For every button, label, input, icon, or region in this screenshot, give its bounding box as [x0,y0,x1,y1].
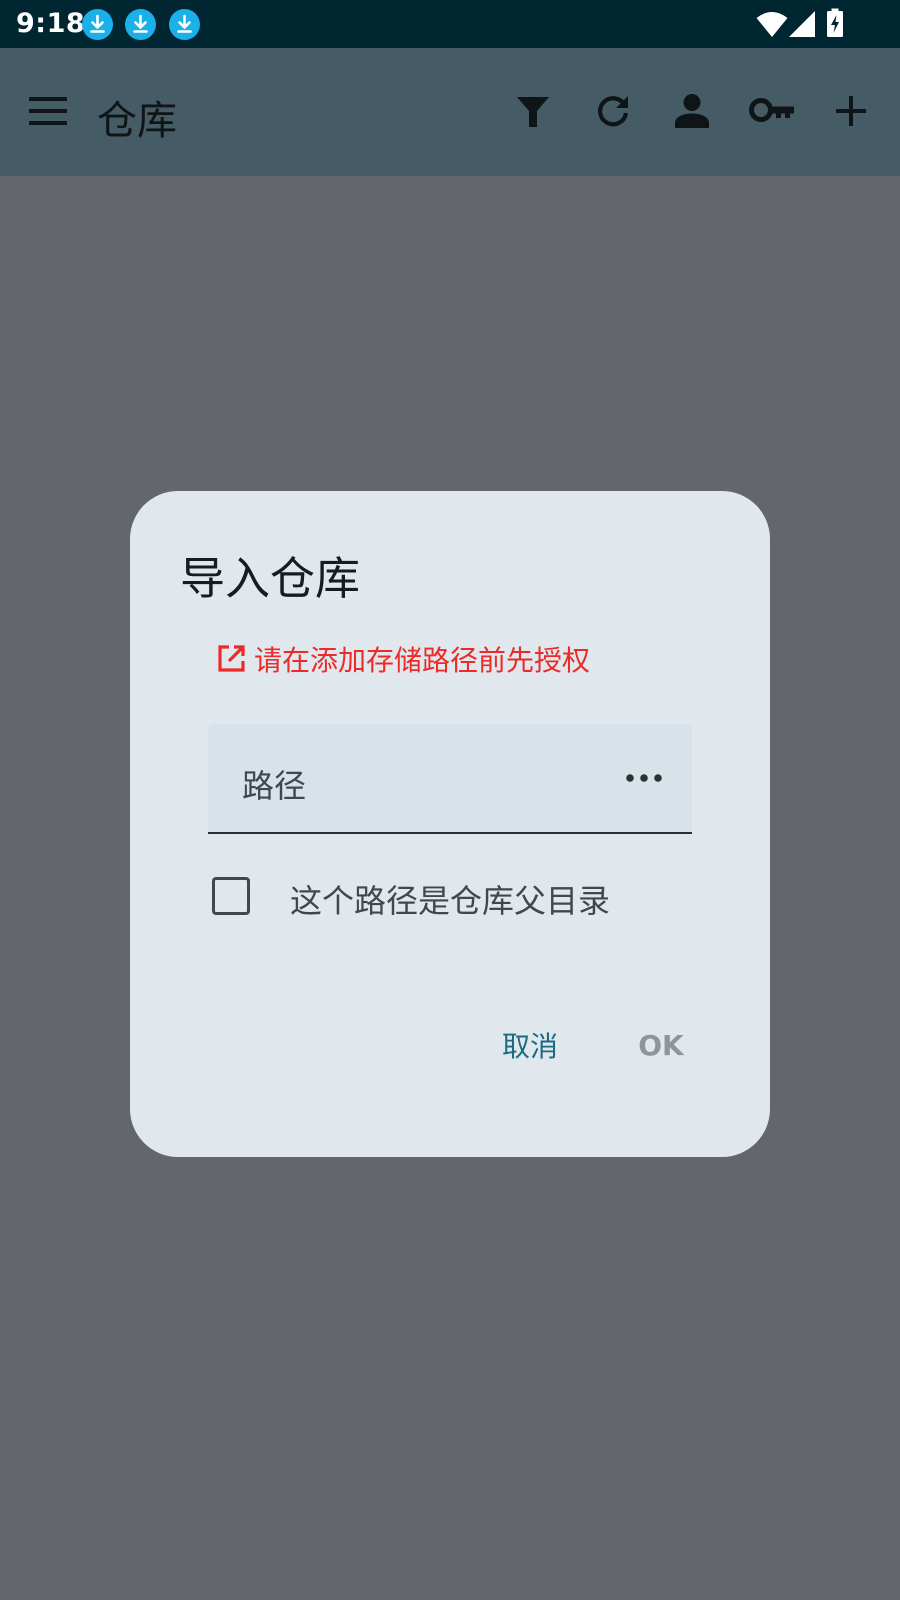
add-icon[interactable] [836,96,866,126]
ok-button[interactable]: OK [617,1015,705,1075]
signal-icon [789,11,815,37]
parent-dir-checkbox[interactable] [212,877,250,915]
path-field-label: 路径 [242,767,307,805]
person-icon[interactable] [674,93,710,129]
status-bar: 9:18 [0,0,900,48]
page-title: 仓库 [97,98,177,144]
open-external-icon [218,645,245,672]
authorize-link-label: 请在添加存储路径前先授权 [254,644,591,677]
import-repo-dialog: 导入仓库 请在添加存储路径前先授权 路径 这个路径是仓库父目录 取消 OK [130,491,770,1157]
filter-icon[interactable] [516,96,550,128]
key-icon[interactable] [749,97,795,123]
download-icon [125,9,156,40]
dialog-title: 导入仓库 [180,552,361,605]
authorize-link[interactable]: 请在添加存储路径前先授权 [216,641,590,677]
battery-charging-icon [827,8,843,37]
refresh-icon[interactable] [595,93,631,129]
download-icon [82,9,113,40]
path-field[interactable]: 路径 [208,724,692,834]
parent-dir-option[interactable]: 这个路径是仓库父目录 [212,861,692,931]
download-icon [169,9,200,40]
parent-dir-checkbox-label: 这个路径是仓库父目录 [290,882,611,920]
status-time: 9:18 [16,8,86,39]
cancel-button[interactable]: 取消 [486,1015,574,1075]
wifi-icon [756,12,788,37]
menu-icon[interactable] [29,96,67,126]
app-bar: 仓库 [0,48,900,176]
more-horiz-icon[interactable] [624,768,664,788]
